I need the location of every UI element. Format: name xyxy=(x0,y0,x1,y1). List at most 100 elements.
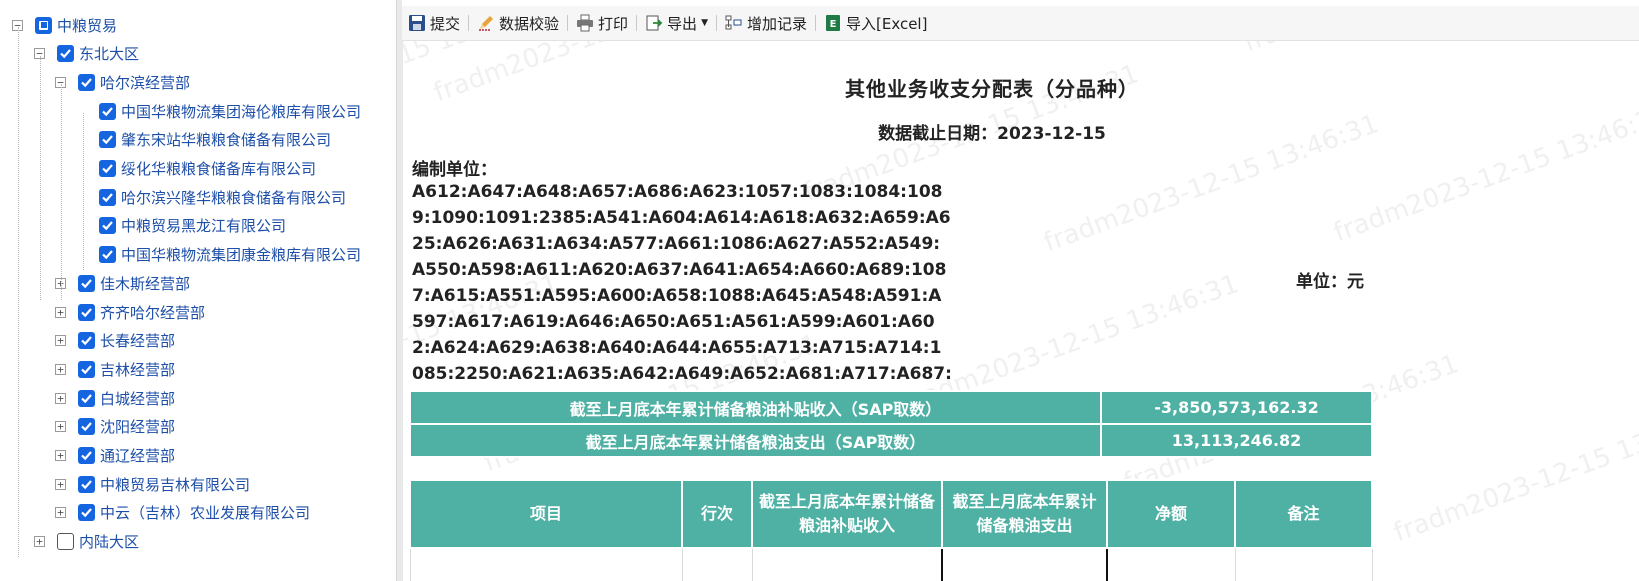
checkbox[interactable] xyxy=(78,504,95,522)
checkbox[interactable] xyxy=(78,332,95,350)
check-icon xyxy=(81,393,92,403)
currency-unit: 单位：元 xyxy=(1296,272,1364,292)
toolbar-separator xyxy=(468,15,470,31)
check-icon xyxy=(81,422,92,432)
report-title: 其他业务收支分配表（分品种） xyxy=(845,77,1139,101)
check-icon xyxy=(102,250,113,260)
export-button[interactable]: 导出 ▼ xyxy=(639,10,714,36)
tree-node-label: 齐齐哈尔经营部 xyxy=(100,303,206,322)
table-cell[interactable] xyxy=(1234,547,1373,581)
tree-node[interactable]: + 内陆大区 xyxy=(34,530,139,554)
check-icon xyxy=(81,336,92,346)
table-cell[interactable] xyxy=(409,547,683,581)
check-icon xyxy=(102,192,113,202)
add-record-label: 增加记录 xyxy=(746,14,807,33)
checkbox[interactable] xyxy=(57,45,74,63)
tree-node[interactable]: − 东北大区 xyxy=(34,42,139,66)
tree-node-label: 中国华粮物流集团康金粮库有限公司 xyxy=(121,246,362,265)
toolbar-separator xyxy=(815,15,816,31)
checkbox[interactable] xyxy=(78,360,95,378)
check-icon xyxy=(81,479,92,489)
check-icon xyxy=(81,279,92,288)
expand-icon[interactable]: + xyxy=(55,335,66,347)
tree-node[interactable]: + 吉林经营部 xyxy=(55,357,175,381)
expand-icon[interactable]: + xyxy=(34,536,45,548)
table-cell[interactable] xyxy=(681,547,753,581)
tree-node-label: 肇东宋站华粮粮食储备有限公司 xyxy=(121,131,332,150)
expand-icon[interactable]: + xyxy=(55,507,66,519)
checkbox[interactable] xyxy=(99,217,116,235)
expand-icon[interactable]: + xyxy=(55,450,66,461)
selected-cell[interactable] xyxy=(941,547,1108,581)
compiling-unit-label: 编制单位： xyxy=(412,160,497,180)
tree-node[interactable]: − 中粮贸易 xyxy=(12,13,117,37)
expand-icon[interactable]: + xyxy=(55,363,66,375)
checkbox[interactable] xyxy=(78,73,95,91)
check-icon xyxy=(81,307,92,317)
checkbox[interactable] xyxy=(99,246,116,264)
checkbox[interactable] xyxy=(57,533,74,551)
partial-check-icon xyxy=(39,20,48,30)
tree-node[interactable]: 中国华粮物流集团海伦粮库有限公司 xyxy=(99,99,361,123)
checkbox[interactable] xyxy=(99,188,116,206)
checkbox[interactable] xyxy=(99,102,116,120)
tree-node[interactable]: + 白城经营部 xyxy=(55,386,175,410)
toolbar-separator xyxy=(715,15,717,31)
checkbox[interactable] xyxy=(78,418,95,436)
tree-node[interactable]: + 沈阳经营部 xyxy=(55,415,175,439)
checkbox[interactable] xyxy=(35,16,52,34)
tree-node-label: 吉林经营部 xyxy=(100,360,176,379)
tree-node[interactable]: 肇东宋站华粮粮食储备有限公司 xyxy=(99,128,331,152)
checkbox[interactable] xyxy=(78,475,95,493)
table-cell[interactable] xyxy=(1106,547,1236,581)
tree-node[interactable]: + 中云（吉林）农业发展有限公司 xyxy=(55,501,310,525)
tree-node[interactable]: 绥化华粮粮食储备库有限公司 xyxy=(99,157,316,181)
checkbox[interactable] xyxy=(99,131,116,149)
col-header-row-no: 行次 xyxy=(681,479,753,549)
expand-icon[interactable]: + xyxy=(55,421,66,433)
add-record-button[interactable]: 增加记录 xyxy=(719,10,813,36)
col-header-subsidy-income: 截至上月底本年累计储备粮油补贴收入 xyxy=(751,479,943,549)
check-icon xyxy=(60,49,71,59)
tree-node[interactable]: 中国华粮物流集团康金粮库有限公司 xyxy=(99,243,361,267)
tree-node[interactable]: + 齐齐哈尔经营部 xyxy=(55,300,205,324)
checkbox[interactable] xyxy=(78,274,95,292)
tree-node[interactable]: + 通辽经营部 xyxy=(55,444,175,468)
report-area: 其他业务收支分配表（分品种） 数据截止日期：2023-12-15 编制单位： A… xyxy=(402,41,1639,581)
check-icon xyxy=(81,78,92,88)
checkbox[interactable] xyxy=(78,389,95,407)
validate-button[interactable]: 数据校验 xyxy=(471,10,565,36)
export-label: 导出 xyxy=(667,14,698,33)
checkbox[interactable] xyxy=(78,303,95,321)
tree-connector xyxy=(61,84,62,300)
add-row-icon xyxy=(725,15,742,30)
table-header-row: 项目 行次 截至上月底本年累计储备粮油补贴收入 截至上月底本年累计储备粮油支出 … xyxy=(409,479,1373,549)
check-icon xyxy=(81,365,92,375)
summary-label: 截至上月底本年累计储备粮油补贴收入（SAP取数） xyxy=(409,390,1102,425)
tree-node-label: 哈尔滨兴隆华粮粮食储备有限公司 xyxy=(121,188,347,207)
tree-node[interactable]: + 中粮贸易吉林有限公司 xyxy=(55,472,250,496)
import-excel-label: 导入[Excel] xyxy=(846,14,928,33)
excel-icon: E xyxy=(826,15,840,31)
tree-node-label: 白城经营部 xyxy=(100,389,176,408)
tree-node[interactable]: + 佳木斯经营部 xyxy=(55,271,190,295)
expand-icon[interactable]: + xyxy=(55,306,66,318)
print-button[interactable]: 打印 xyxy=(570,10,634,36)
tree-node[interactable]: 中粮贸易黑龙江有限公司 xyxy=(99,214,286,238)
tree-node[interactable]: 哈尔滨兴隆华粮粮食储备有限公司 xyxy=(99,185,346,209)
table-cell[interactable] xyxy=(751,547,943,581)
submit-label: 提交 xyxy=(430,14,461,33)
import-excel-button[interactable]: E 导入[Excel] xyxy=(818,10,933,36)
toolbar: 提交 数据校验 打印 导出 ▼ 增加记录 E 导入[Excel] xyxy=(402,6,1639,41)
expand-icon[interactable]: + xyxy=(55,392,66,404)
expand-icon[interactable]: + xyxy=(55,478,66,490)
save-icon xyxy=(409,15,425,31)
tree-node[interactable]: − 哈尔滨经营部 xyxy=(55,70,190,94)
tree-node-label: 哈尔滨经营部 xyxy=(100,73,191,92)
tree-node[interactable]: + 长春经营部 xyxy=(55,329,175,353)
tree-node-label: 长春经营部 xyxy=(100,332,176,351)
checkbox[interactable] xyxy=(78,447,95,464)
checkbox[interactable] xyxy=(99,160,116,177)
submit-button[interactable]: 提交 xyxy=(402,10,466,36)
tree-node-label: 中国华粮物流集团海伦粮库有限公司 xyxy=(121,102,362,121)
